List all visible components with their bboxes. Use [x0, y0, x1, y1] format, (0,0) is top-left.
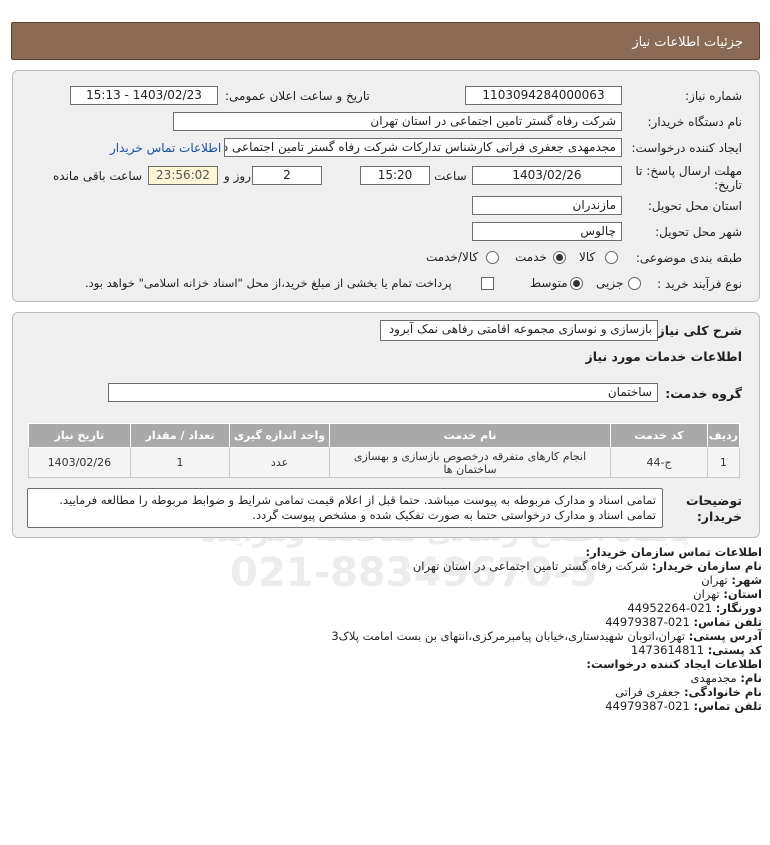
watermark-phone: 021-88349670-5: [230, 550, 598, 596]
creator-label: ایجاد کننده درخواست:: [631, 141, 742, 155]
deadline-time-label: ساعت: [434, 169, 467, 183]
cell-need-date: 1403/02/26: [28, 447, 131, 478]
category-option-service: خدمت: [515, 250, 547, 264]
process-label: نوع فرآیند خرید :: [657, 277, 742, 291]
province-label: استان محل تحویل:: [647, 199, 742, 213]
remaining-label: ساعت باقی مانده: [53, 169, 143, 183]
cell-quantity: 1: [129, 447, 231, 478]
days-field: 2: [252, 166, 322, 185]
buyer-notes-label-2: خریدار:: [696, 509, 742, 524]
category-option-goods: کالا: [579, 250, 596, 264]
services-title: اطلاعات خدمات مورد نیاز: [585, 349, 743, 364]
cell-row-number: 1: [706, 447, 741, 478]
org-postal-value: 1473614811: [630, 643, 705, 657]
org-fax-line: دورنگار: 021-44952264: [627, 601, 762, 615]
creator-last-name-value: جعفری فراتی: [615, 685, 681, 699]
services-table: ردیف کد خدمت نام خدمت واحد اندازه گیری ت…: [28, 423, 741, 478]
need-number-label: شماره نیاز:: [685, 89, 742, 103]
deadline-time-field: 15:20: [360, 166, 430, 185]
creator-first-name-line: نام: مجدمهدی: [690, 671, 762, 685]
treasury-checkbox[interactable]: [481, 277, 494, 290]
org-name-line: نام سازمان خریدار: شرکت رفاه گستر تامین …: [412, 559, 762, 573]
days-label: روز و: [224, 169, 251, 183]
city-label: شهر محل تحویل:: [655, 225, 742, 239]
category-option-goods-service: کالا/خدمت: [426, 250, 479, 264]
creator-first-name-value: مجدمهدی: [690, 671, 737, 685]
process-option-minor: جزیی: [596, 276, 624, 290]
cell-service-name: انجام کارهای متفرقه درخصوص بازسازی و بهس…: [328, 447, 612, 478]
process-option-medium: متوسط: [530, 276, 568, 290]
deadline-label-1: مهلت ارسال پاسخ: تا: [635, 164, 742, 178]
buyer-notes-label-1: توضیحات: [686, 493, 742, 508]
page-title: جزئیات اطلاعات نیاز: [632, 35, 743, 50]
col-service-name: نام خدمت: [328, 423, 612, 448]
need-summary-field: بازسازی و نوسازی مجموعه اقامتی رفاهی نمک…: [380, 320, 658, 341]
col-need-date: تاریخ نیاز: [28, 423, 131, 448]
announce-field: 1403/02/23 - 15:13: [70, 86, 218, 105]
city-field: چالوس: [472, 222, 622, 241]
org-address-value: تهران،اتوبان شهیدستاری،خیابان پیامبرمرکز…: [331, 629, 686, 643]
org-phone-value: 021-44979387: [605, 615, 690, 629]
creator-contact-title: اطلاعات ایجاد کننده درخواست:: [586, 657, 762, 671]
creator-last-name-line: نام خانوادگی: جعفری فراتی: [615, 685, 762, 699]
service-group-label: گروه خدمت:: [665, 386, 742, 401]
org-contact-title: اطلاعات تماس سازمان خریدار:: [585, 545, 762, 559]
org-province-line: استان: تهران: [693, 587, 762, 601]
process-radio-medium[interactable]: [570, 277, 583, 290]
table-row: 1 ج-44 انجام کارهای متفرقه درخصوص بازساز…: [28, 447, 741, 478]
cell-service-code: ج-44: [610, 447, 708, 478]
buyer-notes-line-1: تمامی اسناد و مدارک مربوطه به پیوست میبا…: [59, 493, 656, 507]
treasury-payment-text: پرداخت تمام یا بخشی از مبلغ خرید،از محل …: [85, 276, 452, 290]
province-field: مازندران: [472, 196, 622, 215]
service-group-field: ساختمان: [108, 383, 658, 402]
page-header: جزئیات اطلاعات نیاز: [11, 22, 760, 60]
remaining-timer: 23:56:02: [148, 166, 218, 185]
org-address-line: آدرس پستی: تهران،اتوبان شهیدستاری،خیابان…: [331, 629, 762, 643]
org-city-value: تهران: [701, 573, 728, 587]
deadline-date-field: 1403/02/26: [472, 166, 622, 185]
cell-unit: عدد: [229, 447, 330, 478]
category-radio-goods[interactable]: [605, 251, 618, 264]
org-fax-value: 021-44952264: [627, 601, 713, 615]
table-header-row: ردیف کد خدمت نام خدمت واحد اندازه گیری ت…: [28, 423, 741, 448]
org-city-line: شهر: تهران: [701, 573, 762, 587]
category-radio-service[interactable]: [553, 251, 566, 264]
org-postal-line: کد پستی: 1473614811: [630, 643, 762, 657]
creator-phone-line: تلفن تماس: 021-44979387: [605, 699, 762, 713]
need-number-field: 1103094284000063: [465, 86, 622, 105]
col-quantity: تعداد / مقدار: [129, 423, 231, 448]
buyer-notes-line-2: تمامی اسناد و مدارک درخواستی حتما به صور…: [252, 508, 656, 522]
category-radio-goods-service[interactable]: [486, 251, 499, 264]
col-row-number: ردیف: [706, 423, 741, 448]
org-province-value: تهران: [693, 587, 720, 601]
announce-label: تاریخ و ساعت اعلان عمومی:: [225, 89, 370, 103]
col-unit: واحد اندازه گیری: [229, 423, 330, 448]
category-label: طبقه بندی موضوعی:: [635, 251, 742, 265]
creator-phone-value: 021-44979387: [605, 699, 690, 713]
process-radio-minor[interactable]: [628, 277, 641, 290]
deadline-label-2: تاریخ:: [714, 178, 742, 192]
buyer-contact-link[interactable]: اطلاعات تماس خریدار: [110, 141, 221, 155]
col-service-code: کد خدمت: [610, 423, 708, 448]
need-summary-label: شرح کلی نیاز:: [652, 323, 742, 338]
org-phone-line: تلفن تماس: 021-44979387: [605, 615, 762, 629]
org-name-value: شرکت رفاه گستر تامین اجتماعی در استان ته…: [412, 559, 649, 573]
buyer-org-label: نام دستگاه خریدار:: [647, 115, 743, 129]
creator-field: مجدمهدی جعفری فراتی کارشناس تدارکات شرکت…: [224, 138, 622, 157]
buyer-notes-box: تمامی اسناد و مدارک مربوطه به پیوست میبا…: [27, 488, 663, 528]
buyer-org-field: شرکت رفاه گستر تامین اجتماعی در استان ته…: [173, 112, 622, 131]
